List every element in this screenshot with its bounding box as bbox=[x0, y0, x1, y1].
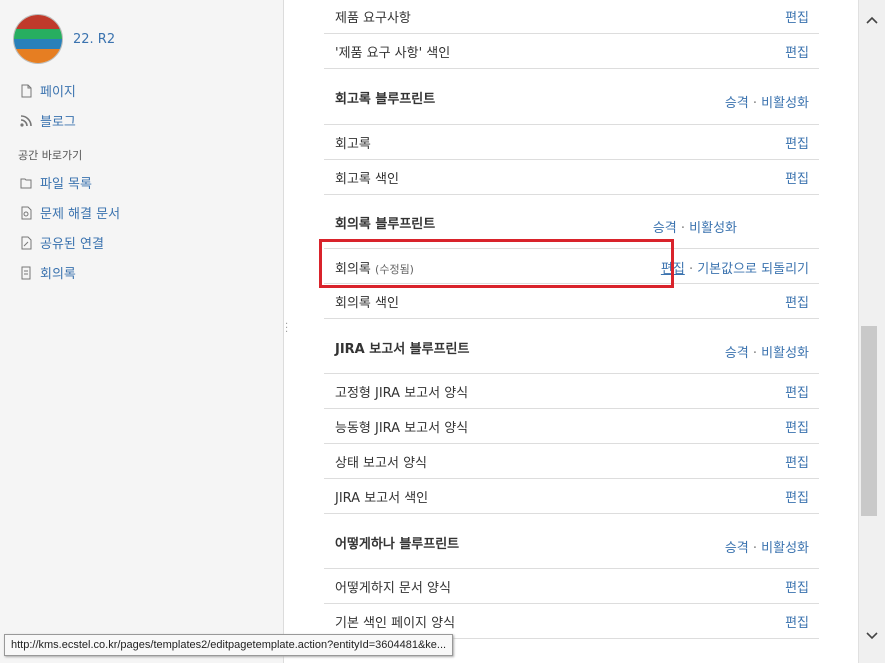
reset-to-default-link[interactable]: 기본값으로 되돌리기 bbox=[697, 262, 809, 277]
meeting-notes-icon bbox=[18, 265, 34, 281]
separator: · bbox=[752, 346, 758, 361]
separator: · bbox=[752, 96, 758, 111]
sidebar: 22. R2 페이지 블로그 공간 바로가기 파일 목록 문제 해결 문서 공유… bbox=[0, 0, 284, 663]
edit-link[interactable]: 편집 bbox=[785, 487, 809, 506]
rss-icon bbox=[18, 113, 34, 129]
edit-link[interactable]: 편집 bbox=[785, 42, 809, 61]
space-header[interactable]: 22. R2 bbox=[13, 14, 115, 64]
edit-link[interactable]: 편집 bbox=[785, 7, 809, 26]
promote-link[interactable]: 승격 bbox=[725, 541, 749, 556]
shortcuts-heading: 공간 바로가기 bbox=[18, 149, 83, 162]
separator: · bbox=[680, 221, 686, 236]
promote-link[interactable]: 승격 bbox=[725, 346, 749, 361]
scrollbar[interactable] bbox=[858, 0, 885, 663]
edit-link[interactable]: 편집 bbox=[785, 452, 809, 471]
sidebar-item-blog[interactable]: 블로그 bbox=[18, 111, 76, 130]
template-list: 제품 요구사항 편집 '제품 요구 사항' 색인 편집 회고록 블루프린트 승격… bbox=[284, 0, 859, 663]
disable-link[interactable]: 비활성화 bbox=[761, 541, 809, 556]
scroll-down-icon[interactable] bbox=[859, 630, 885, 643]
separator: · bbox=[688, 262, 694, 277]
template-row: 능동형 JIRA 보고서 양식 편집 bbox=[324, 409, 819, 444]
promote-link[interactable]: 승격 bbox=[725, 96, 749, 111]
disable-link[interactable]: 비활성화 bbox=[689, 221, 737, 236]
edit-link[interactable]: 편집 bbox=[785, 612, 809, 631]
scroll-up-icon[interactable] bbox=[859, 14, 885, 27]
sidebar-item-file-list[interactable]: 파일 목록 bbox=[18, 173, 92, 192]
template-row: 상태 보고서 양식 편집 bbox=[324, 444, 819, 479]
separator: · bbox=[752, 541, 758, 556]
edit-link[interactable]: 편집 bbox=[785, 382, 809, 401]
disable-link[interactable]: 비활성화 bbox=[761, 346, 809, 361]
template-row: 회고록 편집 bbox=[324, 125, 819, 160]
sidebar-item-label: 블로그 bbox=[40, 115, 76, 130]
blueprint-header: JIRA 보고서 블루프린트 승격 · 비활성화 bbox=[324, 319, 819, 374]
sidebar-item-label: 공유된 연결 bbox=[40, 237, 104, 252]
edit-link[interactable]: 편집 bbox=[785, 417, 809, 436]
disable-link[interactable]: 비활성화 bbox=[761, 96, 809, 111]
sidebar-item-pages[interactable]: 페이지 bbox=[18, 81, 76, 100]
link-icon bbox=[18, 235, 34, 251]
document-icon bbox=[18, 205, 34, 221]
highlight-box bbox=[319, 239, 674, 288]
sidebar-item-shared-links[interactable]: 공유된 연결 bbox=[18, 233, 104, 252]
space-logo[interactable] bbox=[13, 14, 63, 64]
scrollbar-thumb[interactable] bbox=[861, 326, 877, 516]
promote-link[interactable]: 승격 bbox=[653, 221, 677, 236]
template-row: 회의록 색인 편집 bbox=[324, 284, 819, 319]
sidebar-item-label: 문제 해결 문서 bbox=[40, 207, 121, 222]
edit-link[interactable]: 편집 bbox=[785, 577, 809, 596]
file-list-icon bbox=[18, 175, 34, 191]
edit-link[interactable]: 편집 bbox=[785, 133, 809, 152]
status-bar-url: http://kms.ecstel.co.kr/pages/templates2… bbox=[4, 634, 454, 656]
sidebar-item-troubleshooting[interactable]: 문제 해결 문서 bbox=[18, 203, 120, 222]
sidebar-item-label: 페이지 bbox=[40, 85, 76, 100]
template-row: 고정형 JIRA 보고서 양식 편집 bbox=[324, 374, 819, 409]
template-row: '제품 요구 사항' 색인 편집 bbox=[324, 34, 819, 69]
sidebar-item-meeting-notes[interactable]: 회의록 bbox=[18, 263, 76, 282]
edit-link[interactable]: 편집 bbox=[785, 292, 809, 311]
space-name[interactable]: 22. R2 bbox=[73, 32, 115, 47]
blueprint-header: 어떻게하나 블루프린트 승격 · 비활성화 bbox=[324, 514, 819, 569]
page-icon bbox=[18, 83, 34, 99]
blueprint-header: 회고록 블루프린트 승격 · 비활성화 bbox=[324, 69, 819, 125]
template-row: 어떻게하지 문서 양식 편집 bbox=[324, 569, 819, 604]
template-row: 제품 요구사항 편집 bbox=[324, 0, 819, 34]
sidebar-item-label: 파일 목록 bbox=[40, 177, 92, 192]
template-row: 회고록 색인 편집 bbox=[324, 160, 819, 195]
edit-link[interactable]: 편집 bbox=[785, 168, 809, 187]
template-row: JIRA 보고서 색인 편집 bbox=[324, 479, 819, 514]
sidebar-item-label: 회의록 bbox=[40, 267, 76, 282]
